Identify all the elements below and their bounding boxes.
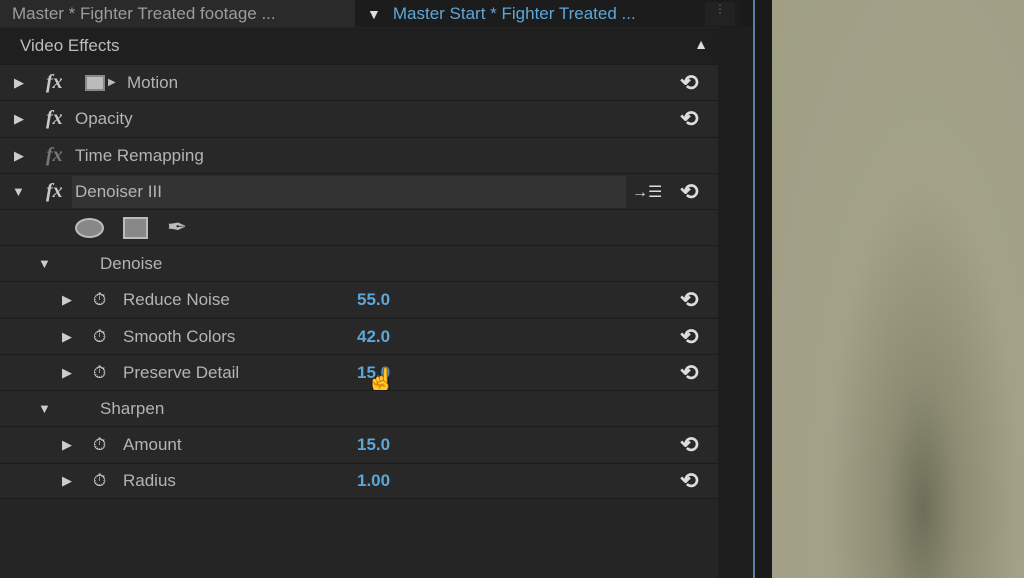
effect-row-time-remapping[interactable]: ▶ fx Time Remapping <box>0 137 718 173</box>
param-value[interactable]: 55.0 <box>357 290 390 310</box>
expand-triangle-icon[interactable]: ▶ <box>14 111 24 127</box>
reset-icon[interactable]: ⟲ <box>680 324 698 350</box>
collapse-up-icon[interactable]: ▲ <box>694 36 708 52</box>
effect-row-motion[interactable]: ▶ fx ▶ Motion ⟲ <box>0 64 718 100</box>
effect-label: Motion <box>127 72 179 92</box>
param-label: Preserve Detail <box>123 362 240 382</box>
effect-menu-icon[interactable]: →☰ <box>632 182 662 202</box>
param-row-amount[interactable]: ▶ ⏱ Amount 15.0 ⟲ <box>0 426 718 462</box>
expand-triangle-icon[interactable]: ▶ <box>14 75 24 91</box>
expand-triangle-icon[interactable]: ▶ <box>62 437 72 453</box>
fx-icon: fx <box>46 144 63 166</box>
tab-label: Master Start * Fighter Treated ... <box>392 3 636 23</box>
transform-icon[interactable] <box>85 74 105 91</box>
mask-tools-row: ✒ <box>0 209 718 245</box>
group-label: Denoise <box>100 253 163 273</box>
panel-divider <box>755 0 772 578</box>
stopwatch-icon[interactable]: ⏱ <box>93 435 106 455</box>
stopwatch-icon[interactable]: ⏱ <box>93 471 106 491</box>
tab-label: Master * Fighter Treated footage ... <box>12 3 276 23</box>
param-label: Radius <box>123 471 176 490</box>
collapse-triangle-icon[interactable]: ▼ <box>38 256 51 271</box>
group-row-denoise[interactable]: ▼ Denoise <box>0 245 718 281</box>
program-monitor-video <box>772 0 1024 578</box>
expand-triangle-icon[interactable]: ▶ <box>62 473 72 489</box>
tab-master[interactable]: Master * Fighter Treated footage ... <box>0 0 355 27</box>
expand-triangle-icon[interactable]: ▶ <box>62 365 72 381</box>
group-row-sharpen[interactable]: ▼ Sharpen <box>0 390 718 426</box>
effect-controls-panel: Master * Fighter Treated footage ... ▼ Ma… <box>0 0 740 578</box>
fx-icon[interactable]: fx <box>46 71 63 94</box>
pen-mask-icon[interactable]: ✒ <box>167 213 187 242</box>
param-label: Smooth Colors <box>123 326 236 346</box>
tab-bar: Master * Fighter Treated footage ... ▼ Ma… <box>0 0 740 27</box>
group-label: Sharpen <box>100 398 165 418</box>
effect-label: Time Remapping <box>75 145 204 165</box>
param-value[interactable]: 1.00 <box>357 471 390 491</box>
effect-row-denoiser[interactable]: ▼ fx Denoiser III →☰ ⟲ <box>0 173 718 209</box>
param-row-radius[interactable]: ▶ ⏱ Radius 1.00 ⟲ <box>0 463 718 499</box>
effect-label: Denoiser III <box>75 181 162 201</box>
param-row-reduce-noise[interactable]: ▶ ⏱ Reduce Noise 55.0 ⟲ <box>0 281 718 317</box>
stopwatch-icon[interactable]: ⏱ <box>93 327 106 347</box>
play-icon: ▶ <box>108 77 116 88</box>
video-effects-header: Video Effects ▲ <box>0 28 718 64</box>
reset-icon[interactable]: ⟲ <box>680 432 698 458</box>
stopwatch-icon[interactable]: ⏱ <box>93 290 106 310</box>
collapse-triangle-icon[interactable]: ▼ <box>12 184 25 199</box>
reset-icon[interactable]: ⟲ <box>680 106 698 132</box>
reset-icon[interactable]: ⟲ <box>680 179 698 205</box>
effect-label: Opacity <box>75 108 133 128</box>
rectangle-mask-icon[interactable] <box>123 216 148 239</box>
effect-row-opacity[interactable]: ▶ fx Opacity ⟲ <box>0 100 718 136</box>
expand-triangle-icon[interactable]: ▶ <box>14 148 24 164</box>
dropdown-icon[interactable]: ▼ <box>367 6 381 22</box>
stopwatch-icon[interactable]: ⏱ <box>93 363 106 383</box>
param-row-preserve-detail[interactable]: ▶ ⏱ Preserve Detail 15.0 ☝ ⟲ <box>0 354 718 395</box>
section-title: Video Effects <box>20 36 120 55</box>
param-label: Reduce Noise <box>123 289 230 309</box>
ellipse-mask-icon[interactable] <box>75 217 104 238</box>
panel-focus-border <box>753 0 755 578</box>
param-row-smooth-colors[interactable]: ▶ ⏱ Smooth Colors 42.0 ⟲ <box>0 318 718 354</box>
panel-menu-grip-icon[interactable]: ⋮ <box>705 2 735 26</box>
param-label: Amount <box>123 434 182 454</box>
reset-icon[interactable]: ⟲ <box>680 468 698 494</box>
scrollbar[interactable] <box>718 27 755 578</box>
reset-icon[interactable]: ⟲ <box>680 287 698 313</box>
reset-icon[interactable]: ⟲ <box>680 360 698 386</box>
tab-master-start[interactable]: ▼ Master Start * Fighter Treated ... <box>355 0 648 27</box>
fx-icon[interactable]: fx <box>46 180 63 203</box>
param-value[interactable]: 15.0 <box>357 435 390 455</box>
collapse-triangle-icon[interactable]: ▼ <box>38 401 51 416</box>
fx-icon[interactable]: fx <box>46 107 63 130</box>
expand-triangle-icon[interactable]: ▶ <box>62 329 72 345</box>
expand-triangle-icon[interactable]: ▶ <box>62 292 72 308</box>
param-value[interactable]: 42.0 <box>357 327 390 347</box>
reset-icon[interactable]: ⟲ <box>680 70 698 96</box>
